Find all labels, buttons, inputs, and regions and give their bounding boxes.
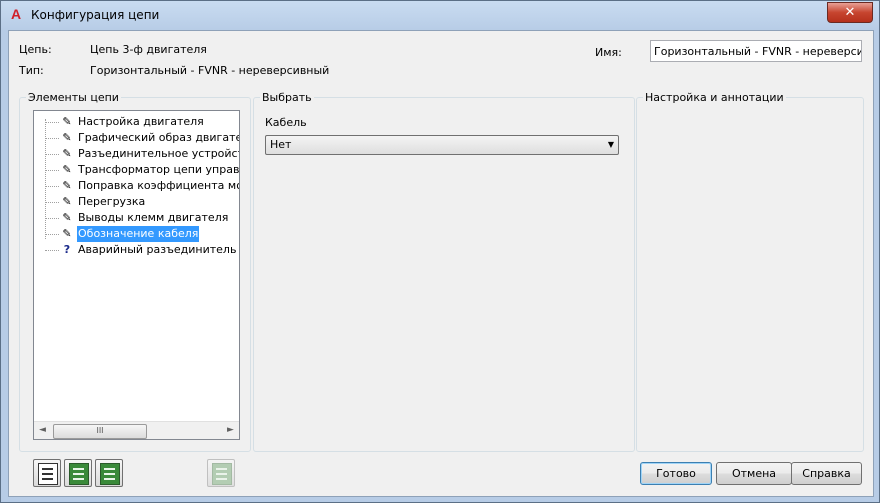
select-title: Выбрать: [260, 91, 314, 104]
type-value: Горизонтальный - FVNR - нереверсивный: [90, 64, 330, 77]
help-button[interactable]: Справка: [791, 462, 862, 485]
close-icon: ✕: [844, 5, 856, 20]
tree-item-label: Разъединительное устройство: [78, 147, 240, 160]
tree-item-label: Графический образ двигателя: [78, 131, 240, 144]
title-bar[interactable]: A Конфигурация цепи ✕: [1, 1, 879, 29]
save-circuit-button[interactable]: [33, 459, 61, 487]
save-circuit-as-button[interactable]: [64, 459, 92, 487]
circuit-value: Цепь 3-ф двигателя: [90, 43, 207, 56]
cable-dropdown-value: Нет: [270, 138, 292, 151]
name-field[interactable]: Горизонтальный - FVNR - нереверсивный: [650, 40, 862, 62]
circuit-save-icon: [38, 463, 58, 485]
tree-item-label: Аварийный разъединитель по месту: [78, 243, 239, 256]
tree-item-label: Поправка коэффициента мощности: [78, 179, 239, 192]
settings-annotations-title: Настройка и аннотации: [643, 91, 786, 104]
scroll-left-icon[interactable]: ◄: [34, 422, 51, 439]
circuit-load-icon: [100, 463, 120, 485]
pencil-icon: ✎: [62, 131, 72, 144]
autocad-a-icon: A: [10, 6, 22, 22]
scroll-right-icon[interactable]: ►: [222, 422, 239, 439]
pencil-icon: ✎: [62, 115, 72, 128]
ok-button[interactable]: Готово: [640, 462, 712, 485]
pencil-icon: ✎: [62, 179, 72, 192]
tree-item-label: Трансформатор цепи управления: [78, 163, 240, 176]
restore-defaults-button[interactable]: [207, 459, 235, 487]
dialog-client-area: Цепь: Цепь 3-ф двигателя Тип: Горизонтал…: [8, 30, 874, 497]
circuit-elements-title: Элементы цепи: [26, 91, 121, 104]
tree-item-label: Обозначение кабеля: [77, 226, 200, 242]
settings-annotations-group: Настройка и аннотации: [636, 91, 864, 452]
tree-connector-line: [45, 119, 46, 239]
pencil-icon: ✎: [62, 227, 72, 240]
question-icon: ?: [63, 243, 71, 256]
window-title: Конфигурация цепи: [31, 8, 160, 22]
type-label: Тип:: [19, 64, 44, 77]
cable-label: Кабель: [265, 116, 307, 129]
circuit-elements-tree[interactable]: ✎ Настройка двигателя ✎ Графический обра…: [33, 110, 240, 440]
tree-horizontal-scrollbar[interactable]: ◄ III ►: [34, 421, 239, 439]
chevron-down-icon: ▼: [607, 140, 614, 149]
pencil-icon: ✎: [62, 163, 72, 176]
cancel-button[interactable]: Отмена: [716, 462, 792, 485]
tree-item-label: Перегрузка: [78, 195, 146, 208]
undo-document-icon: [212, 463, 232, 485]
cable-dropdown[interactable]: Нет ▼: [265, 135, 619, 155]
load-circuit-button[interactable]: [95, 459, 123, 487]
name-label: Имя:: [595, 46, 622, 59]
circuit-save-as-icon: [69, 463, 89, 485]
dialog-window: A Конфигурация цепи ✕ Цепь: Цепь 3-ф дви…: [0, 0, 880, 503]
tree-item-label: Выводы клемм двигателя: [78, 211, 229, 224]
circuit-label: Цепь:: [19, 43, 52, 56]
scroll-thumb[interactable]: III: [53, 424, 147, 439]
close-button[interactable]: ✕: [827, 2, 873, 23]
tree-item-label: Настройка двигателя: [78, 115, 204, 128]
pencil-icon: ✎: [62, 147, 72, 160]
pencil-icon: ✎: [62, 211, 72, 224]
pencil-icon: ✎: [62, 195, 72, 208]
